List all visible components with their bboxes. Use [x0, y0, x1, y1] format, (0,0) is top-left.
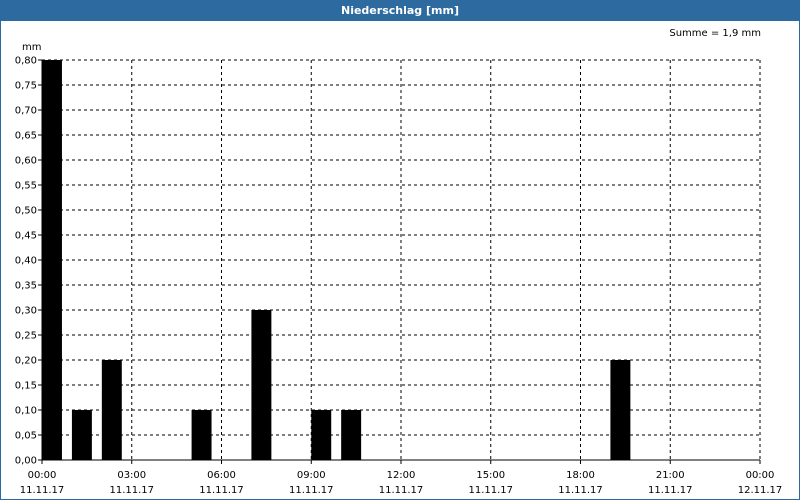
precipitation-bar [610, 360, 631, 460]
x-tick-label-time: 03:00 [117, 470, 146, 481]
y-tick-label: 0,40 [15, 256, 37, 267]
y-tick-label: 0,00 [15, 456, 37, 467]
precipitation-bar [191, 410, 212, 460]
precipitation-bar [341, 410, 362, 460]
x-tick-label-date: 11.11.17 [379, 485, 424, 496]
x-tick-label-time: 12:00 [387, 470, 416, 481]
precipitation-chart: 0,00 0,05 0,10 0,15 0,20 0,25 0,30 0,35 0,40 0,45… [15, 28, 783, 496]
y-tick-label: 0,35 [15, 281, 37, 292]
y-tick-label: 0,80 [15, 56, 37, 67]
precipitation-bar [251, 310, 272, 460]
x-tick-label-date: 11.11.17 [558, 485, 603, 496]
x-tick-label-time: 21:00 [656, 470, 685, 481]
x-tick-label-time: 00:00 [28, 470, 57, 481]
x-tick-label-date: 11.11.17 [109, 485, 154, 496]
x-tick-label-time: 18:00 [566, 470, 595, 481]
x-tick-label-date: 11.11.17 [468, 485, 513, 496]
x-tick-label-date: 11.11.17 [199, 485, 244, 496]
y-tick-label: 0,10 [15, 406, 37, 417]
precipitation-bar [311, 410, 332, 460]
x-tick-label-time: 15:00 [476, 470, 505, 481]
x-tick-label-date: 11.11.17 [289, 485, 334, 496]
y-axis-unit-label: mm [22, 42, 41, 53]
precipitation-bar [42, 60, 62, 460]
x-tick-label-date: 11.11.17 [20, 485, 65, 496]
y-tick-label: 0,15 [15, 381, 37, 392]
x-tick-label-time: 06:00 [207, 470, 236, 481]
x-tick-label-date: 11.11.17 [648, 485, 693, 496]
y-tick-label: 0,60 [15, 156, 37, 167]
y-tick-label: 0,20 [15, 356, 37, 367]
precipitation-bar [101, 360, 122, 460]
y-tick-label: 0,50 [15, 206, 37, 217]
y-tick-label: 0,65 [15, 131, 37, 142]
y-tick-label: 0,05 [15, 431, 37, 442]
y-tick-label: 0,25 [15, 331, 37, 342]
x-tick-label-date: 12.11.17 [738, 485, 783, 496]
precipitation-bar [71, 410, 92, 460]
sum-annotation: Summe = 1,9 mm [669, 28, 761, 39]
y-tick-label: 0,70 [15, 106, 37, 117]
y-tick-label: 0,55 [15, 181, 37, 192]
x-tick-label-time: 00:00 [746, 470, 775, 481]
y-tick-label: 0,30 [15, 306, 37, 317]
x-tick-label-time: 09:00 [297, 470, 326, 481]
y-tick-label: 0,75 [15, 81, 37, 92]
y-tick-label: 0,45 [15, 231, 37, 242]
